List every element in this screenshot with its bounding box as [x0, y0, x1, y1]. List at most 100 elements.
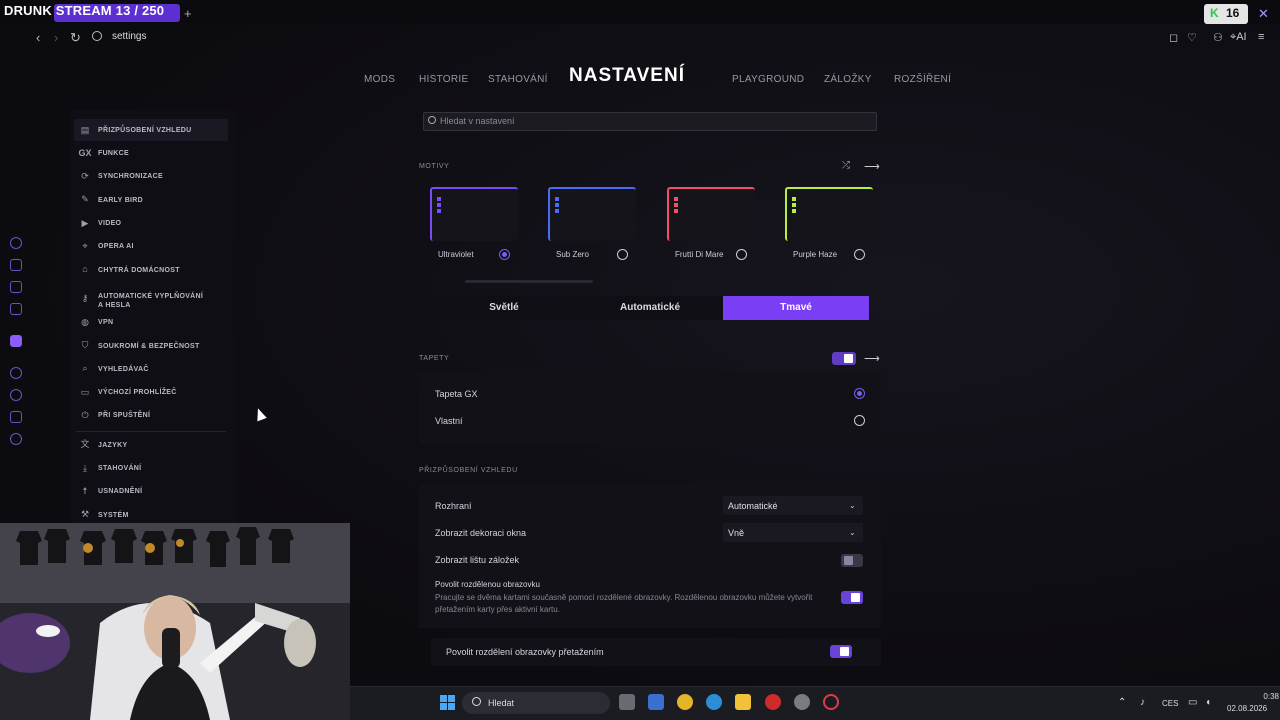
- split-drag-label: Povolit rozdělení obrazovky přetažením: [446, 647, 604, 657]
- wallpaper-option-gx[interactable]: Tapeta GX: [435, 389, 478, 399]
- arrow-right-icon[interactable]: ⟶: [864, 352, 880, 365]
- mode-dark-button[interactable]: Tmavé: [723, 296, 869, 320]
- sidebar-item-privacy[interactable]: SOUKROMÍ & BEZPEČNOST: [98, 342, 200, 351]
- tray-chevron-icon[interactable]: ⌃: [1118, 697, 1126, 708]
- stream-title-overlay: DRUNK STREAM 13 / 250: [4, 3, 165, 18]
- app-icon[interactable]: [765, 694, 781, 710]
- wallpaper-radio-custom[interactable]: [854, 415, 865, 426]
- address-bar[interactable]: settings: [112, 31, 146, 42]
- reload-icon[interactable]: ↻: [70, 30, 81, 46]
- language-indicator[interactable]: CES: [1162, 699, 1178, 708]
- file-explorer-icon[interactable]: [735, 694, 751, 710]
- window-titlebar: [0, 0, 1280, 24]
- nav-bookmarks[interactable]: ZÁLOŽKY: [824, 74, 872, 85]
- wrench-icon: ⚒: [80, 509, 90, 519]
- mode-light-button[interactable]: Světlé: [431, 296, 577, 320]
- arrow-right-icon[interactable]: ⟶: [864, 160, 880, 173]
- themes-scrollbar[interactable]: [465, 280, 593, 283]
- sidebar-item-default-browser[interactable]: VÝCHOZÍ PROHLÍŽEČ: [98, 388, 177, 397]
- microphone-icon[interactable]: ♪: [1140, 697, 1145, 708]
- page-title: NASTAVENÍ: [569, 65, 685, 86]
- sidebar-item-languages[interactable]: JAZYKY: [98, 441, 127, 450]
- theme-radio-sub-zero[interactable]: [617, 249, 628, 260]
- taskbar-search[interactable]: [462, 692, 610, 714]
- nav-downloads[interactable]: STAHOVÁNÍ: [488, 74, 548, 85]
- download-icon: ⤓: [83, 463, 87, 473]
- chevron-down-icon: ⌄: [849, 528, 856, 537]
- clock-time[interactable]: 0:38: [1251, 692, 1279, 701]
- twitch-icon[interactable]: [10, 335, 22, 347]
- split-screen-toggle[interactable]: [841, 591, 863, 604]
- sidebar-item-opera-ai[interactable]: OPERA AI: [98, 242, 134, 251]
- menu-icon[interactable]: ≡: [1258, 31, 1264, 43]
- sidebar-item-vpn[interactable]: VPN: [98, 318, 113, 327]
- sidebar-item-autofill[interactable]: AUTOMATICKÉ VYPLŇOVÁNÍ A HESLA: [98, 292, 210, 310]
- task-view-icon[interactable]: [619, 694, 635, 710]
- sidebar-item-sync[interactable]: SYNCHRONIZACE: [98, 172, 163, 181]
- wallpaper-radio-gx[interactable]: [854, 388, 865, 399]
- sidebar-item-early-bird[interactable]: EARLY BIRD: [98, 196, 143, 205]
- sidebar-divider: [76, 431, 226, 432]
- bookmarks-bar-toggle[interactable]: [841, 554, 863, 567]
- gx-icon: GX: [78, 148, 92, 158]
- wallpapers-toggle[interactable]: [832, 352, 856, 365]
- palette-icon: ▤: [80, 125, 90, 135]
- window-decoration-label: Zobrazit dekoraci okna: [435, 528, 527, 538]
- theme-radio-purple-haze[interactable]: [854, 249, 865, 260]
- ai-icon[interactable]: ⌖AI: [1230, 31, 1247, 44]
- chrome-icon[interactable]: [677, 694, 693, 710]
- close-icon[interactable]: ✕: [1258, 6, 1269, 22]
- ai-icon: ⌖: [82, 241, 88, 251]
- shuffle-icon[interactable]: ⤮: [842, 160, 850, 171]
- theme-card-ultraviolet[interactable]: [430, 187, 518, 241]
- nav-playground[interactable]: PLAYGROUND: [732, 74, 804, 85]
- sidebar-item-accessibility[interactable]: USNADNĚNÍ: [98, 487, 142, 496]
- nav-extensions[interactable]: ROZŠÍŘENÍ: [894, 74, 951, 85]
- new-tab-button[interactable]: +: [184, 6, 192, 21]
- rail-refresh-icon[interactable]: [10, 237, 22, 249]
- interface-value: Automatické: [728, 501, 778, 511]
- history-icon[interactable]: [10, 389, 22, 401]
- sidebar-item-video[interactable]: VIDEO: [98, 219, 121, 228]
- theme-card-sub-zero[interactable]: [548, 187, 636, 241]
- split-drag-toggle[interactable]: [830, 645, 852, 658]
- theme-radio-frutti-di-mare[interactable]: [736, 249, 747, 260]
- site-info-icon[interactable]: [92, 31, 102, 41]
- volume-icon[interactable]: ◖: [1205, 697, 1211, 708]
- nav-history[interactable]: HISTORIE: [419, 74, 468, 85]
- edge-icon[interactable]: [706, 694, 722, 710]
- sidebar-item-downloads[interactable]: STAHOVÁNÍ: [98, 464, 141, 473]
- snapshot-icon[interactable]: ◻: [1169, 31, 1178, 44]
- heart-icon[interactable]: ♡: [1187, 31, 1197, 44]
- rail-bot-icon[interactable]: [10, 259, 22, 271]
- opera-gx-icon[interactable]: [823, 694, 839, 710]
- sync-icon: ⟳: [81, 171, 89, 181]
- theme-radio-ultraviolet[interactable]: [499, 249, 510, 260]
- rail-player-icon[interactable]: [10, 367, 22, 379]
- windows-start-icon[interactable]: [440, 695, 456, 711]
- sidebar-item-customize[interactable]: PŘIZPŮSOBENÍ VZHLEDU: [98, 126, 192, 135]
- rail-cube-icon[interactable]: [10, 281, 22, 293]
- theme-card-purple-haze[interactable]: [785, 187, 873, 241]
- back-icon[interactable]: ‹: [36, 30, 40, 45]
- wallpaper-option-custom[interactable]: Vlastní: [435, 416, 463, 426]
- clock-date[interactable]: 02.08.2026: [1227, 704, 1267, 713]
- settings-app-icon[interactable]: [794, 694, 810, 710]
- sidebar-item-startup[interactable]: PŘI SPUŠTĚNÍ: [98, 411, 150, 420]
- sidebar-item-smart-home[interactable]: CHYTRÁ DOMÁCNOST: [98, 266, 180, 275]
- rail-cube2-icon[interactable]: [10, 411, 22, 423]
- sidebar-item-features[interactable]: FUNKCE: [98, 149, 129, 158]
- forward-icon[interactable]: ›: [54, 30, 58, 45]
- rail-m-icon[interactable]: [10, 303, 22, 315]
- sidebar-item-system[interactable]: SYSTÉM: [98, 511, 129, 520]
- monitor-icon[interactable]: ▭: [1188, 697, 1197, 708]
- sidebar-item-search-engine[interactable]: VYHLEDÁVAČ: [98, 365, 149, 374]
- extension-k-icon: K: [1210, 6, 1219, 20]
- settings-icon[interactable]: [10, 433, 22, 445]
- bookmarks-bar-label: Zobrazit lištu záložek: [435, 555, 520, 565]
- profile-icon[interactable]: ⚇: [1213, 31, 1223, 44]
- store-icon[interactable]: [648, 694, 664, 710]
- mode-auto-button[interactable]: Automatické: [577, 296, 723, 320]
- nav-mods[interactable]: MODS: [364, 74, 395, 85]
- theme-card-frutti-di-mare[interactable]: [667, 187, 755, 241]
